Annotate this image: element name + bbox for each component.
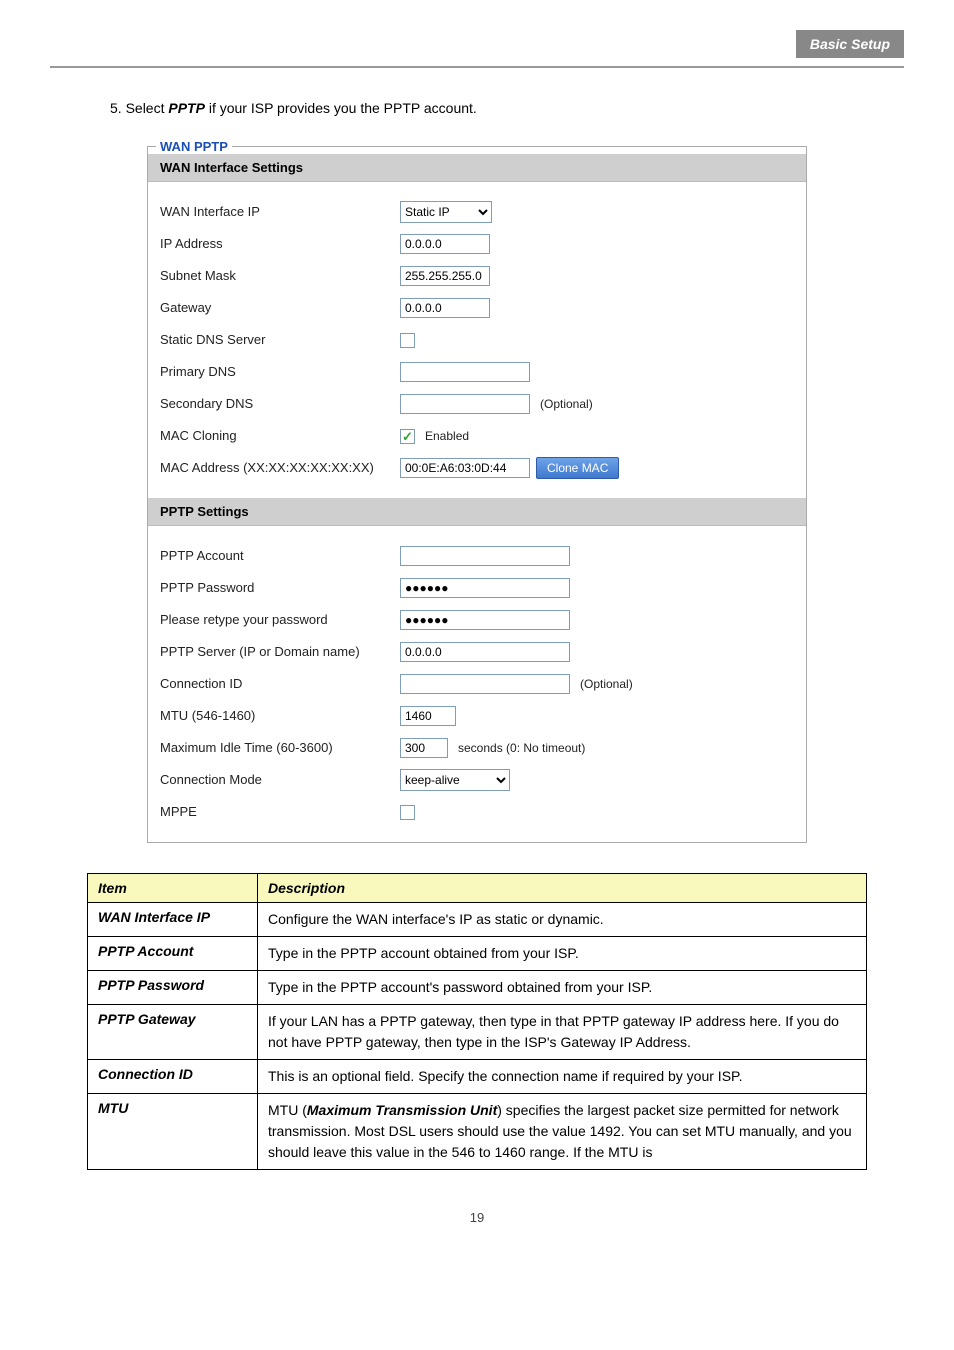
label-subnet-mask: Subnet Mask	[160, 265, 400, 287]
label-retype-password: Please retype your password	[160, 609, 400, 631]
intro-text: 5. Select PPTP if your ISP provides you …	[110, 98, 844, 119]
pptp-password-input[interactable]	[400, 578, 570, 598]
section-wan-interface-settings: WAN Interface Settings	[148, 154, 806, 182]
label-gateway: Gateway	[160, 297, 400, 319]
table-header-description: Description	[258, 874, 867, 903]
label-ip-address: IP Address	[160, 233, 400, 255]
label-primary-dns: Primary DNS	[160, 361, 400, 383]
mac-address-input[interactable]	[400, 458, 530, 478]
label-mac-cloning: MAC Cloning	[160, 425, 400, 447]
pptp-server-input[interactable]	[400, 642, 570, 662]
mppe-checkbox[interactable]	[400, 805, 415, 820]
wan-pptp-panel: WAN PPTP WAN Interface Settings WAN Inte…	[147, 139, 807, 843]
retype-password-input[interactable]	[400, 610, 570, 630]
label-max-idle-time: Maximum Idle Time (60-3600)	[160, 737, 400, 759]
label-static-dns-server: Static DNS Server	[160, 329, 400, 351]
label-pptp-account: PPTP Account	[160, 545, 400, 567]
connection-id-optional: (Optional)	[580, 673, 633, 695]
label-connection-mode: Connection Mode	[160, 769, 400, 791]
table-header-item: Item	[88, 874, 258, 903]
table-row: PPTP Password Type in the PPTP account's…	[88, 971, 867, 1005]
label-mppe: MPPE	[160, 801, 400, 823]
page-number: 19	[50, 1210, 904, 1225]
label-wan-interface-ip: WAN Interface IP	[160, 201, 400, 223]
table-row: PPTP Account Type in the PPTP account ob…	[88, 937, 867, 971]
static-dns-checkbox[interactable]	[400, 333, 415, 348]
table-row: MTU MTU (Maximum Transmission Unit) spec…	[88, 1094, 867, 1170]
label-connection-id: Connection ID	[160, 673, 400, 695]
table-row: Connection ID This is an optional field.…	[88, 1060, 867, 1094]
mtu-input[interactable]	[400, 706, 456, 726]
section-pptp-settings: PPTP Settings	[148, 498, 806, 526]
connection-mode-select[interactable]: keep-alive	[400, 769, 510, 791]
label-pptp-server: PPTP Server (IP or Domain name)	[160, 641, 400, 663]
label-pptp-password: PPTP Password	[160, 577, 400, 599]
gateway-input[interactable]	[400, 298, 490, 318]
clone-mac-button[interactable]: Clone MAC	[536, 457, 619, 479]
description-table: Item Description WAN Interface IP Config…	[87, 873, 867, 1170]
label-mac-address: MAC Address (XX:XX:XX:XX:XX:XX)	[160, 457, 400, 479]
header-title: Basic Setup	[796, 30, 904, 58]
ip-address-input[interactable]	[400, 234, 490, 254]
secondary-dns-input[interactable]	[400, 394, 530, 414]
pptp-account-input[interactable]	[400, 546, 570, 566]
table-row: PPTP Gateway If your LAN has a PPTP gate…	[88, 1005, 867, 1060]
header-divider	[50, 66, 904, 68]
label-secondary-dns: Secondary DNS	[160, 393, 400, 415]
panel-legend: WAN PPTP	[156, 139, 232, 154]
subnet-mask-input[interactable]	[400, 266, 490, 286]
wan-interface-ip-select[interactable]: Static IP	[400, 201, 492, 223]
secondary-dns-optional: (Optional)	[540, 393, 593, 415]
mac-cloning-checkbox[interactable]	[400, 429, 415, 444]
mac-cloning-enabled-label: Enabled	[425, 425, 469, 447]
table-row: WAN Interface IP Configure the WAN inter…	[88, 903, 867, 937]
primary-dns-input[interactable]	[400, 362, 530, 382]
max-idle-time-input[interactable]	[400, 738, 448, 758]
connection-id-input[interactable]	[400, 674, 570, 694]
label-mtu: MTU (546-1460)	[160, 705, 400, 727]
max-idle-suffix: seconds (0: No timeout)	[458, 737, 585, 759]
